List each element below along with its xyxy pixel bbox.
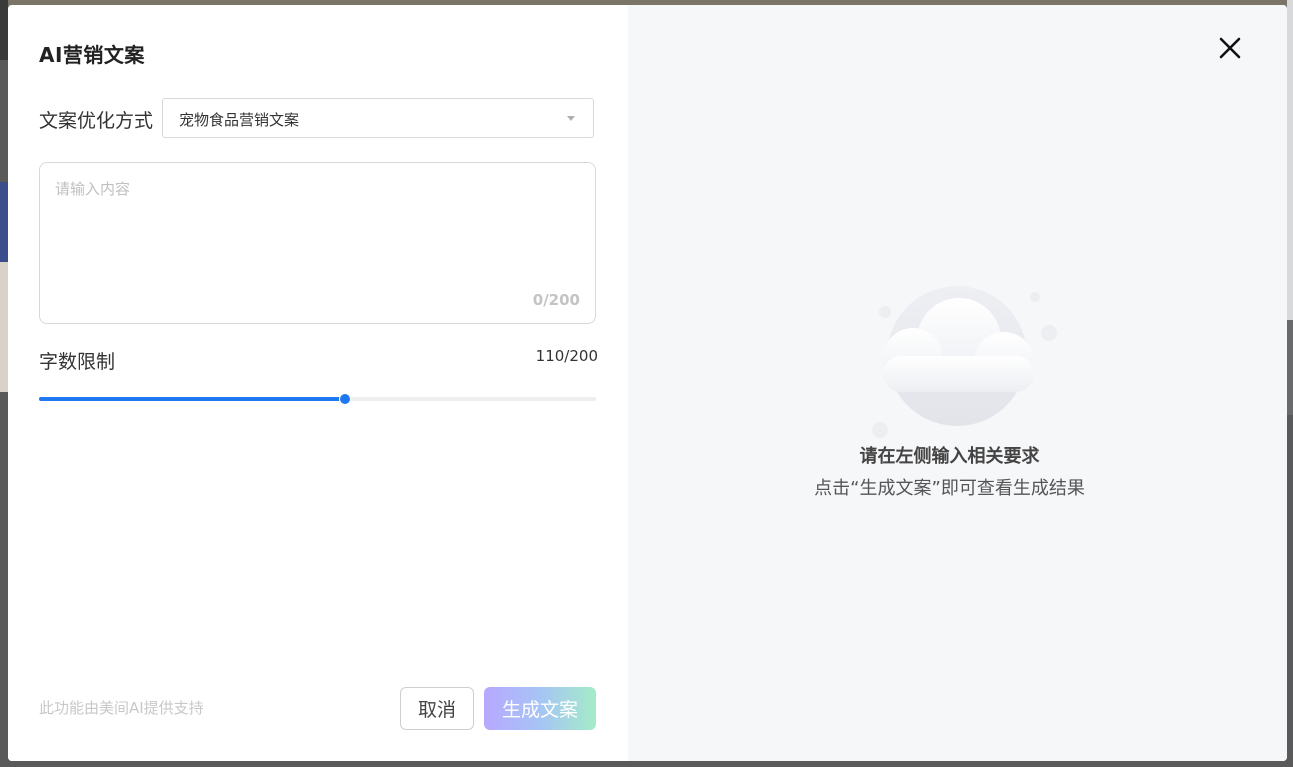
chevron-down-icon: [567, 116, 575, 121]
slider-fill: [39, 397, 345, 401]
cancel-button[interactable]: 取消: [400, 687, 474, 730]
word-limit-value: 110/200: [535, 347, 598, 365]
input-panel: AI营销文案 文案优化方式 宠物食品营销文案 0/200 字数限制 110/20…: [8, 5, 628, 761]
word-limit-label: 字数限制: [39, 351, 116, 373]
backdrop-right-dark: [1287, 320, 1293, 415]
optimize-mode-label: 文案优化方式: [39, 110, 154, 132]
content-input-box: 0/200: [39, 162, 596, 324]
word-limit-slider[interactable]: [39, 390, 596, 408]
empty-state-subtitle: 点击“生成文案”即可查看生成结果: [814, 478, 1085, 499]
close-icon[interactable]: [1218, 36, 1242, 60]
empty-state-title: 请在左侧输入相关要求: [859, 446, 1040, 467]
ai-copywriting-dialog: AI营销文案 文案优化方式 宠物食品营销文案 0/200 字数限制 110/20…: [8, 5, 1287, 761]
slider-handle[interactable]: [339, 393, 351, 405]
backdrop-left-light: [0, 262, 8, 392]
backdrop-left: [0, 0, 8, 60]
cloud-icon: [865, 280, 1065, 440]
powered-by-text: 此功能由美间AI提供支持: [39, 699, 204, 717]
optimize-mode-value: 宠物食品营销文案: [179, 111, 300, 129]
content-input[interactable]: [55, 178, 575, 278]
dialog-title: AI营销文案: [39, 43, 145, 67]
optimize-mode-select[interactable]: 宠物食品营销文案: [162, 98, 594, 138]
char-counter: 0/200: [532, 291, 580, 309]
generate-copy-button[interactable]: 生成文案: [484, 687, 596, 730]
backdrop-left-blue: [0, 182, 8, 262]
